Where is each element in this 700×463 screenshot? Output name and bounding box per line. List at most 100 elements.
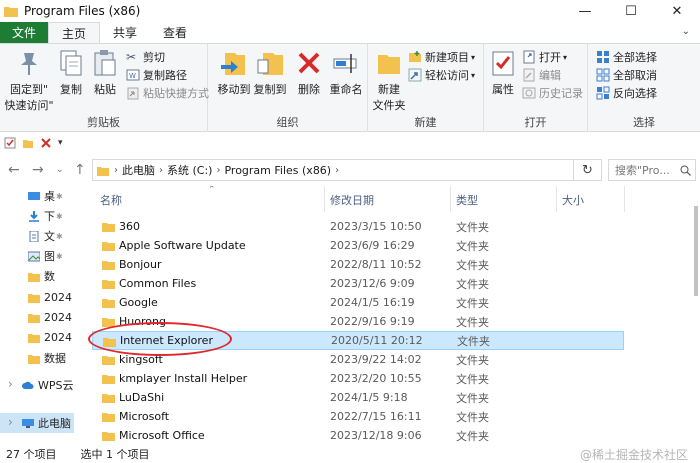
paste-button[interactable]: 粘贴 <box>90 48 120 97</box>
paste-shortcut-label: 粘贴快捷方式 <box>143 87 209 100</box>
maximize-button[interactable]: ☐ <box>608 0 654 22</box>
sidebar-item[interactable]: 文 ✱ <box>0 226 74 246</box>
customize-toolbar-icon[interactable]: ▾ <box>58 138 63 148</box>
scissors-icon: ✂ <box>126 50 137 64</box>
folder-icon <box>102 394 115 403</box>
open-button[interactable]: 打开 ▾ <box>522 49 567 65</box>
paste-label: 粘贴 <box>94 83 116 96</box>
breadcrumb-system-drive[interactable]: 系统 (C:) <box>167 162 212 178</box>
tab-home[interactable]: 主页 <box>48 22 101 43</box>
open-dropdown-icon: ▾ <box>563 52 568 62</box>
rename-button[interactable]: 重命名 <box>328 48 364 97</box>
sidebar-item[interactable]: 桌 ✱ <box>0 186 74 206</box>
tab-view[interactable]: 查看 <box>150 22 200 43</box>
column-header-size[interactable]: 大小 <box>562 192 584 208</box>
scrollbar-thumb[interactable] <box>694 206 698 296</box>
table-row[interactable]: Common Files 2023/12/6 9:09 文件夹 <box>92 274 624 293</box>
forward-arrow-icon[interactable]: → <box>32 162 44 178</box>
easy-access-dropdown-icon: ▾ <box>471 70 476 80</box>
new-folder-button[interactable]: 新建 文件夹 <box>370 48 408 113</box>
recent-locations-icon[interactable]: ⌄ <box>56 165 64 175</box>
up-arrow-icon[interactable]: ↑ <box>74 162 86 178</box>
refresh-button[interactable]: ↻ <box>574 159 602 181</box>
folder-icon <box>97 166 109 176</box>
sidebar-item[interactable]: 图 ✱ <box>0 246 74 266</box>
file-date: 2023/3/15 10:50 <box>330 220 422 233</box>
table-row[interactable]: Microsoft 2022/7/15 16:11 文件夹 <box>92 407 624 426</box>
status-bar: 27 个项目 选中 1 个项目 @稀土掘金技术社区 <box>0 445 700 463</box>
back-arrow-icon[interactable]: ← <box>8 162 20 178</box>
paste-shortcut-button[interactable]: 粘贴快捷方式 <box>126 85 209 101</box>
select-none-button[interactable]: 全部取消 <box>596 67 657 83</box>
ribbon-collapse-icon[interactable]: ⌄ <box>682 26 690 37</box>
properties-icon <box>492 51 514 76</box>
expand-chevron-icon[interactable]: › <box>8 377 13 391</box>
column-header-type[interactable]: 类型 <box>456 192 478 208</box>
clipboard-group: 固定到" 快速访问" 复制 粘贴 ✂ 剪切 W 复制路径 粘贴快捷方式 剪贴板 <box>0 44 209 132</box>
table-row[interactable]: Google 2024/1/5 16:19 文件夹 <box>92 293 624 312</box>
sidebar-item[interactable]: 2024 <box>0 307 74 327</box>
tab-file[interactable]: 文件 <box>0 22 49 43</box>
folder-icon <box>28 354 40 364</box>
table-row[interactable]: Microsoft Office 2023/12/18 9:06 文件夹 <box>92 426 624 445</box>
file-date: 2023/9/22 14:02 <box>330 353 422 366</box>
delete-button[interactable]: 删除 <box>294 48 324 97</box>
sidebar-item[interactable]: 数 <box>0 266 74 286</box>
history-button[interactable]: 历史记录 <box>522 85 583 101</box>
move-to-button[interactable]: 移动到 <box>216 48 252 97</box>
close-button[interactable]: ✕ <box>654 0 700 22</box>
copy-path-button[interactable]: W 复制路径 <box>126 67 187 83</box>
cut-button[interactable]: ✂ 剪切 <box>126 49 165 65</box>
address-bar[interactable]: › 此电脑 › 系统 (C:) › Program Files (x86) › <box>92 159 574 181</box>
column-header-name[interactable]: 名称 <box>100 192 122 208</box>
table-row[interactable]: Apple Software Update 2023/6/9 16:29 文件夹 <box>92 236 624 255</box>
copy-label: 复制 <box>60 83 82 96</box>
delete-small-icon[interactable] <box>40 137 52 149</box>
breadcrumb-separator-icon[interactable]: › <box>114 165 118 176</box>
minimize-button[interactable]: — <box>562 0 608 22</box>
sidebar-item[interactable]: 数据 <box>0 348 74 368</box>
breadcrumb-separator-icon[interactable]: › <box>159 165 163 176</box>
select-all-button[interactable]: 全部选择 <box>596 49 657 65</box>
expand-chevron-icon[interactable]: › <box>8 415 13 429</box>
computer-icon <box>22 418 34 428</box>
table-row[interactable]: kmplayer Install Helper 2023/2/20 10:55 文件… <box>92 369 624 388</box>
invert-selection-button[interactable]: 反向选择 <box>596 85 657 101</box>
tab-share[interactable]: 共享 <box>100 22 150 43</box>
vertical-scrollbar[interactable] <box>692 186 700 445</box>
file-name: LuDaShi <box>119 391 165 404</box>
sidebar-item[interactable]: 2024 <box>0 287 74 307</box>
file-name: Google <box>119 296 158 309</box>
new-item-label: 新建项目 <box>425 51 469 64</box>
table-row[interactable]: 360 2023/3/15 10:50 文件夹 <box>92 217 624 236</box>
edit-button[interactable]: 编辑 <box>522 67 561 83</box>
sidebar-item[interactable]: 2024 <box>0 327 74 347</box>
breadcrumb-separator-icon[interactable]: › <box>335 165 339 176</box>
sidebar-item[interactable]: 下 ✱ <box>0 206 74 226</box>
copy-to-button[interactable]: 复制到 <box>252 48 288 97</box>
column-headers: ⌃ 名称 修改日期 类型 大小 <box>92 186 692 212</box>
open-icon <box>523 50 535 64</box>
file-date: 2023/12/18 9:06 <box>330 429 422 442</box>
new-item-button[interactable]: 新建项目 ▾ <box>408 49 475 65</box>
properties-button[interactable]: 属性 <box>488 48 518 97</box>
table-row[interactable]: LuDaShi 2024/1/5 9:18 文件夹 <box>92 388 624 407</box>
new-folder-small-icon[interactable] <box>22 137 34 149</box>
column-header-date[interactable]: 修改日期 <box>330 192 374 208</box>
breadcrumb-this-pc[interactable]: 此电脑 <box>122 162 155 178</box>
search-icon <box>680 165 691 176</box>
pin-quick-access-button[interactable]: 固定到" 快速访问" <box>4 48 54 113</box>
select-none-label: 全部取消 <box>613 69 657 82</box>
file-type: 文件夹 <box>456 391 489 405</box>
breadcrumb-separator-icon[interactable]: › <box>216 165 220 176</box>
folder-icon <box>102 413 115 422</box>
search-box[interactable]: 搜索"Pro... <box>608 159 696 181</box>
copy-button[interactable]: 复制 <box>56 48 86 97</box>
table-row[interactable]: Bonjour 2022/8/11 10:52 文件夹 <box>92 255 624 274</box>
file-date: 2024/1/5 9:18 <box>330 391 408 404</box>
folder-icon <box>102 375 115 384</box>
properties-check-icon[interactable] <box>4 137 16 149</box>
easy-access-button[interactable]: 轻松访问 ▾ <box>408 67 475 83</box>
breadcrumb-program-files[interactable]: Program Files (x86) <box>224 164 331 177</box>
sort-ascending-icon: ⌃ <box>208 186 216 195</box>
